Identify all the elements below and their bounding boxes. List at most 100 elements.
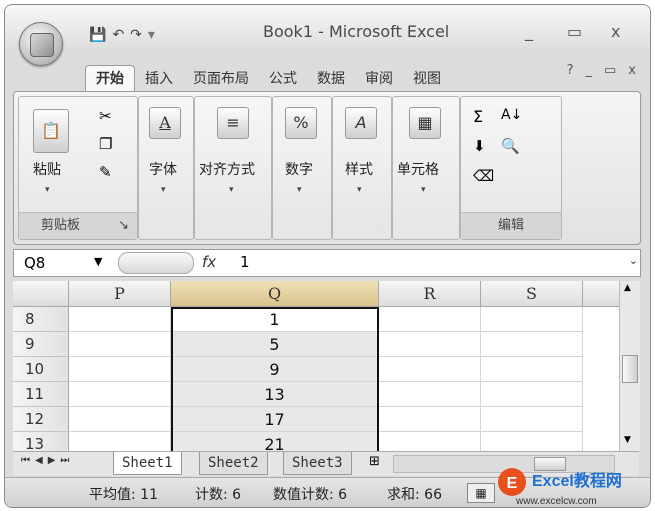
tab-data[interactable]: 数据 [307, 66, 355, 92]
workbook-controls: ? _ ▭ x [567, 63, 636, 78]
fill-icon[interactable]: ⬇ [473, 137, 486, 155]
cell-p12[interactable] [69, 407, 171, 432]
cells-group[interactable]: ▦ 单元格 ▾ [392, 96, 460, 240]
column-header-r[interactable]: R [379, 281, 481, 307]
cell-r11[interactable] [379, 382, 481, 407]
title-bar: 💾 ↶ ↷ ▾ Book1 - Microsoft Excel _ ▭ x [5, 5, 650, 53]
number-label: 数字 [285, 162, 313, 178]
row-header[interactable]: 8 [13, 307, 69, 332]
clipboard-group-label: 剪贴板 [41, 218, 81, 233]
help-icon[interactable]: ? [567, 63, 574, 78]
cell-r9[interactable] [379, 332, 481, 357]
ribbon: 📋 粘贴 ▾ ✂ ❐ ✎ 剪贴板 ↘ A 字体 ▾ ≡ 对齐方式 ▾ % 数字 … [13, 91, 641, 245]
cell-s11[interactable] [481, 382, 583, 407]
cell-p10[interactable] [69, 357, 171, 382]
insert-function-icon[interactable]: fx [202, 253, 216, 271]
font-label: 字体 [149, 162, 177, 178]
clear-icon[interactable]: ⌫ [473, 167, 494, 185]
expand-formula-bar-icon[interactable]: ⌄ [629, 254, 638, 267]
tab-formulas[interactable]: 公式 [259, 66, 307, 92]
name-box[interactable]: Q8 [14, 250, 104, 276]
tab-page-layout[interactable]: 页面布局 [183, 66, 259, 92]
cell-q12[interactable]: 17 [171, 407, 379, 432]
autosum-icon[interactable]: Σ [473, 107, 483, 126]
redo-icon[interactable]: ↷ [130, 27, 142, 43]
insert-sheet-icon[interactable]: ⊞ [369, 454, 380, 469]
column-header-p[interactable]: P [69, 281, 171, 307]
office-button[interactable] [19, 22, 63, 66]
tab-home[interactable]: 开始 [85, 65, 135, 92]
excel-logo-letter: E [507, 475, 518, 492]
status-numerical-count: 数值计数: 6 [273, 487, 348, 503]
workbook-minimize-button[interactable]: _ [586, 63, 593, 78]
cell-s9[interactable] [481, 332, 583, 357]
row-header[interactable]: 12 [13, 407, 69, 432]
alignment-group[interactable]: ≡ 对齐方式 ▾ [194, 96, 272, 240]
cell-p9[interactable] [69, 332, 171, 357]
cell-s12[interactable] [481, 407, 583, 432]
workbook-close-button[interactable]: x [628, 63, 636, 78]
paste-icon[interactable]: 📋 [33, 109, 69, 153]
row-header[interactable]: 13 [13, 432, 69, 451]
find-select-icon[interactable]: 🔍 [501, 137, 520, 155]
cell-s10[interactable] [481, 357, 583, 382]
number-group[interactable]: % 数字 ▾ [272, 96, 332, 240]
save-icon[interactable]: 💾 [89, 27, 106, 43]
sheet-tab-sheet2[interactable]: Sheet2 [199, 452, 268, 475]
column-header-q[interactable]: Q [171, 281, 379, 307]
customize-qat-icon[interactable]: ▾ [148, 27, 155, 43]
cell-p8[interactable] [69, 307, 171, 332]
cell-r10[interactable] [379, 357, 481, 382]
column-header-s[interactable]: S [481, 281, 583, 307]
cell-q9[interactable]: 5 [171, 332, 379, 357]
formula-input[interactable]: 1 [240, 253, 250, 271]
cell-r12[interactable] [379, 407, 481, 432]
window-title: Book1 - Microsoft Excel [263, 22, 450, 41]
tab-view[interactable]: 视图 [403, 66, 451, 92]
copy-icon[interactable]: ❐ [99, 135, 112, 153]
sheet-nav-icons[interactable]: ⏮◀▶⏭ [21, 455, 74, 466]
row-header[interactable]: 10 [13, 357, 69, 382]
cell-r13[interactable] [379, 432, 481, 451]
formula-bar-splitter[interactable] [118, 252, 194, 274]
row-header[interactable]: 9 [13, 332, 69, 357]
cell-p11[interactable] [69, 382, 171, 407]
close-button[interactable]: x [611, 22, 620, 41]
scroll-thumb[interactable] [622, 355, 638, 383]
cell-q13[interactable]: 21 [171, 432, 379, 451]
row-header[interactable]: 11 [13, 382, 69, 407]
undo-icon[interactable]: ↶ [112, 27, 124, 43]
normal-view-icon[interactable]: ▦ [467, 483, 495, 503]
cell-q8[interactable]: 1 [171, 307, 379, 332]
sheet-tab-sheet3[interactable]: Sheet3 [283, 452, 352, 475]
select-all-corner[interactable] [13, 281, 69, 307]
paste-dropdown-icon[interactable]: ▾ [45, 185, 50, 195]
scroll-up-icon[interactable]: ▲ [624, 283, 631, 293]
cell-r8[interactable] [379, 307, 481, 332]
worksheet-grid: P Q R S 8 1 9 5 10 9 11 13 12 17 13 21 [13, 281, 619, 451]
font-group[interactable]: A 字体 ▾ [138, 96, 194, 240]
column-header-next[interactable] [583, 281, 619, 307]
cut-icon[interactable]: ✂ [99, 107, 112, 125]
restore-button[interactable]: ▭ [567, 22, 582, 41]
cell-q10[interactable]: 9 [171, 357, 379, 382]
scroll-down-icon[interactable]: ▼ [624, 435, 631, 445]
workbook-restore-button[interactable]: ▭ [604, 63, 616, 78]
sheet-tab-sheet1[interactable]: Sheet1 [113, 452, 182, 475]
styles-label: 样式 [345, 162, 373, 178]
clipboard-launcher-icon[interactable]: ↘ [118, 213, 129, 239]
tab-review[interactable]: 审阅 [355, 66, 403, 92]
cell-q11[interactable]: 13 [171, 382, 379, 407]
styles-group[interactable]: A 样式 ▾ [332, 96, 392, 240]
tab-insert[interactable]: 插入 [135, 66, 183, 92]
sort-filter-icon[interactable]: A↓ [501, 107, 522, 123]
vertical-scrollbar[interactable]: ▲ ▼ [619, 281, 640, 451]
cell-s13[interactable] [481, 432, 583, 451]
cell-p13[interactable] [69, 432, 171, 451]
minimize-button[interactable]: _ [525, 22, 533, 41]
name-box-dropdown-icon[interactable]: ▼ [94, 255, 102, 268]
format-painter-icon[interactable]: ✎ [99, 163, 112, 181]
styles-dropdown-icon: ▾ [357, 185, 362, 195]
paste-label[interactable]: 粘贴 [33, 159, 61, 179]
cell-s8[interactable] [481, 307, 583, 332]
